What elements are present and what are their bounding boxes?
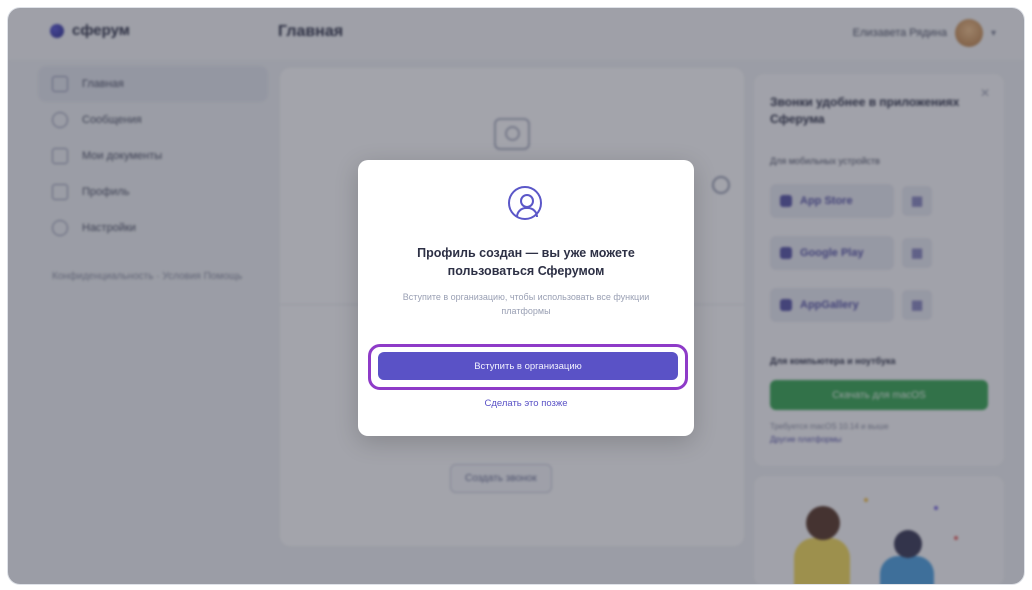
profile-created-modal: Профиль создан — вы уже можете пользоват… (358, 160, 694, 436)
modal-title: Профиль создан — вы уже можете пользоват… (417, 246, 635, 278)
profile-icon (508, 186, 542, 220)
modal-description: Вступите в организацию, чтобы использова… (402, 292, 650, 316)
do-it-later-link[interactable]: Сделать это позже (358, 398, 694, 409)
profile-icon-head (520, 194, 534, 208)
join-organization-button[interactable]: Вступить в организацию (378, 352, 678, 380)
profile-icon-body (516, 207, 538, 217)
